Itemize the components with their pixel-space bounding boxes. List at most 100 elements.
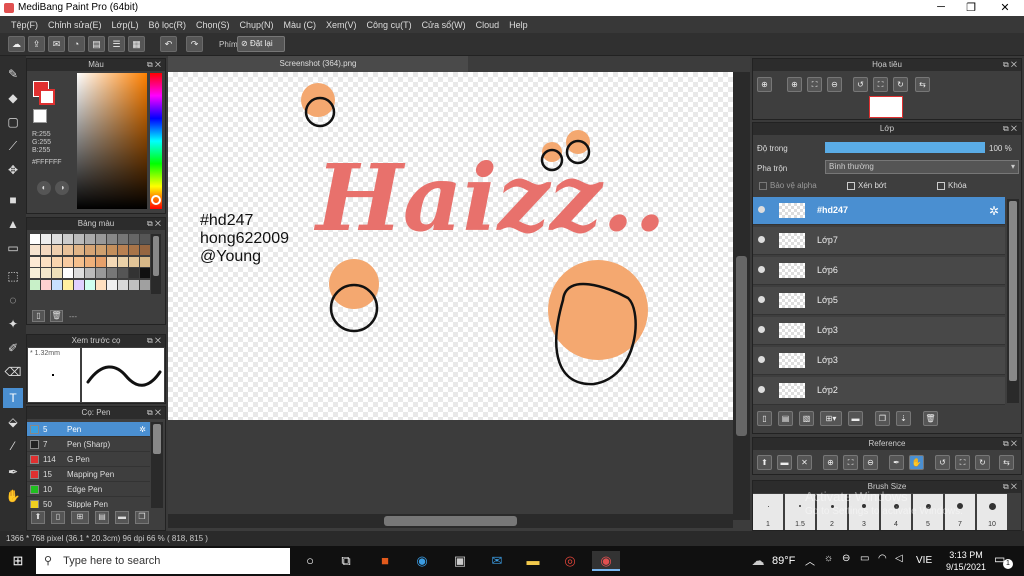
palette-swatch[interactable] — [107, 234, 117, 244]
document-canvas[interactable]: #hd247 hong622009 @Young Haizz.. — [168, 72, 733, 420]
palette-swatch[interactable] — [140, 245, 150, 256]
palette-swatch[interactable] — [74, 279, 84, 290]
fill-rect-tool-icon[interactable]: ■ — [3, 190, 23, 210]
eye-icon[interactable] — [758, 296, 765, 303]
zoom-in-icon[interactable]: ⊕ — [757, 77, 772, 92]
select-pen-icon[interactable]: ✐ — [3, 338, 23, 358]
palette-swatch[interactable] — [140, 256, 150, 267]
folder-icon[interactable]: ▬ — [115, 511, 129, 524]
menu-cloud[interactable]: Cloud — [471, 20, 505, 30]
brush-item[interactable]: 15 Mapping Pen — [27, 467, 150, 482]
menu-view[interactable]: Xem(V) — [321, 20, 362, 30]
trash-icon[interactable]: 🗑 — [50, 310, 63, 322]
document-icon[interactable]: ▤ — [88, 36, 105, 52]
gradient-tool-icon[interactable]: ▭ — [3, 238, 23, 258]
panel-options-icon[interactable]: ⧉ ✕ — [1003, 123, 1017, 135]
palette-swatch[interactable] — [63, 245, 73, 256]
merge-layer-icon[interactable]: ⇣ — [896, 411, 911, 426]
menu-layer[interactable]: Lớp(L) — [107, 20, 144, 30]
brush-item[interactable]: 50 Stipple Pen — [27, 497, 150, 508]
search-box[interactable]: ⚲ Type here to search — [36, 548, 290, 574]
palette-swatch[interactable] — [129, 256, 139, 267]
brush-scrollbar[interactable] — [151, 422, 163, 508]
rotate-right-icon[interactable]: ↻ — [893, 77, 908, 92]
palette-swatch[interactable] — [107, 245, 117, 256]
palette-icon[interactable]: ◐ — [37, 181, 51, 195]
brush-size-cell[interactable]: 10 — [977, 494, 1007, 530]
palette-swatch[interactable] — [118, 279, 128, 290]
panel-options-icon[interactable]: ⧉ ✕ — [147, 59, 161, 71]
palette-swatch[interactable] — [41, 268, 51, 279]
zoom-plus-icon[interactable]: ⊕ — [787, 77, 802, 92]
ref-zoom-in-icon[interactable]: ⊕ — [823, 455, 838, 470]
brush-item[interactable]: 7 Pen (Sharp) — [27, 437, 150, 452]
brush-tool-icon[interactable]: ✎ — [3, 64, 23, 84]
palette-swatch[interactable] — [85, 234, 95, 244]
palette-swatch[interactable] — [129, 234, 139, 244]
palette-swatch[interactable] — [96, 268, 106, 279]
navigator-thumbnail[interactable] — [869, 96, 903, 118]
rotate-left-icon[interactable]: ↺ — [853, 77, 868, 92]
reset-button[interactable]: ⊘ Đặt lại — [237, 36, 285, 52]
ref-eyedropper-icon[interactable]: ✒ — [889, 455, 904, 470]
palette-swatch[interactable] — [96, 279, 106, 290]
brush-menu-icon[interactable]: ⊞ — [71, 511, 89, 524]
palette-swatch[interactable] — [74, 256, 84, 267]
palette-scrollbar[interactable] — [151, 234, 161, 294]
chat-icon[interactable]: ◔ — [68, 36, 85, 52]
opacity-slider[interactable] — [825, 142, 985, 153]
ref-fit-window-icon[interactable]: ⛶ — [955, 455, 970, 470]
fit-icon[interactable]: ⛶ — [807, 77, 822, 92]
flip-icon[interactable]: ⇆ — [915, 77, 930, 92]
panel-options-icon[interactable]: ⧉ ✕ — [147, 335, 161, 347]
palette-swatch[interactable] — [118, 268, 128, 279]
text-tool-icon[interactable]: T — [3, 388, 23, 408]
palette-swatch[interactable] — [52, 234, 62, 244]
eye-icon[interactable] — [758, 326, 765, 333]
new-halftone-layer-icon[interactable]: ▤ — [778, 411, 793, 426]
cloud-icon[interactable]: ☁ — [8, 36, 25, 52]
maximize-icon[interactable]: ❐ — [956, 1, 986, 14]
hue-slider[interactable] — [150, 73, 162, 209]
ref-fit-icon[interactable]: ⛶ — [843, 455, 858, 470]
comment-icon[interactable]: ✉ — [48, 36, 65, 52]
eye-icon[interactable] — [758, 236, 765, 243]
brush-item[interactable]: 114 G Pen — [27, 452, 150, 467]
menu-filter[interactable]: Bộ lọc(R) — [143, 20, 191, 30]
menu-file[interactable]: Tệp(F) — [6, 20, 43, 30]
palette-swatch[interactable] — [107, 256, 117, 267]
eye-icon[interactable] — [758, 266, 765, 273]
brush-item[interactable]: 10 Edge Pen — [27, 482, 150, 497]
document-tab[interactable]: Screenshot (364).png — [168, 56, 468, 72]
ref-upload-icon[interactable]: ⬆ — [757, 455, 772, 470]
ref-flip-icon[interactable]: ⇆ — [999, 455, 1014, 470]
panel-options-icon[interactable]: ⧉ ✕ — [1003, 481, 1017, 493]
panel-options-icon[interactable]: ⧉ ✕ — [147, 407, 161, 419]
tray-app-icon[interactable]: ☼ — [824, 553, 833, 564]
close-icon[interactable]: ✕ — [990, 1, 1020, 14]
windows-start-icon[interactable]: ⊞ — [8, 551, 28, 571]
palette-swatch[interactable] — [118, 245, 128, 256]
panel-options-icon[interactable]: ⧉ ✕ — [1003, 438, 1017, 450]
layer-row[interactable]: #hd247 ✲ — [753, 197, 1005, 225]
palette-swatch[interactable] — [74, 245, 84, 256]
blend-mode-select[interactable]: Bình thường ▾ — [825, 160, 1019, 174]
palette-swatch[interactable] — [52, 279, 62, 290]
palette-swatch[interactable] — [30, 279, 40, 290]
lasso-tool-icon[interactable]: ◌ — [3, 290, 23, 310]
add-brush-icon[interactable]: ⬆ — [31, 511, 45, 524]
network-icon[interactable]: ◠ — [878, 553, 887, 564]
palette-swatch[interactable] — [30, 234, 40, 244]
clipping-checkbox[interactable]: Xén bớt — [847, 181, 886, 190]
palette-swatch[interactable] — [85, 256, 95, 267]
cortana-icon[interactable]: ○ — [300, 551, 320, 571]
saturation-brightness-square[interactable] — [77, 73, 147, 209]
palette-swatch[interactable] — [118, 234, 128, 244]
palette-swatch[interactable] — [140, 279, 150, 290]
brush-item[interactable]: 5 Pen ✲ — [27, 422, 150, 437]
palette-swatch[interactable] — [30, 256, 40, 267]
palette-swatch[interactable] — [63, 234, 73, 244]
zoom-out-icon[interactable]: ⊖ — [827, 77, 842, 92]
line-tool-icon[interactable]: ⟋ — [3, 136, 23, 156]
layer-row[interactable]: Lớp5 — [753, 287, 1005, 315]
